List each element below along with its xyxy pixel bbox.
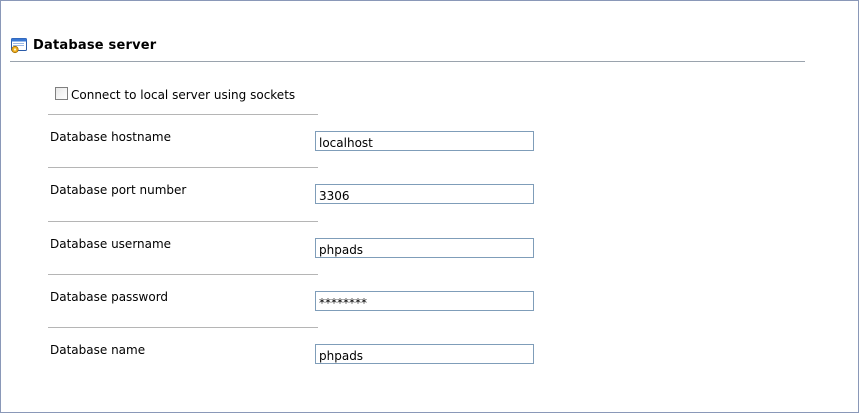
username-row: Database username <box>48 221 548 273</box>
row-divider <box>48 327 318 328</box>
username-input[interactable] <box>315 238 534 258</box>
password-label: Database password <box>50 290 169 304</box>
database-settings-icon <box>10 36 28 54</box>
row-divider <box>48 274 318 275</box>
dbname-row: Database name <box>48 327 548 379</box>
port-row: Database port number <box>48 167 548 219</box>
dbname-label: Database name <box>50 343 146 357</box>
row-divider <box>48 114 318 115</box>
hostname-row: Database hostname <box>48 114 548 166</box>
row-divider <box>48 167 318 168</box>
port-input[interactable] <box>315 184 534 204</box>
port-label: Database port number <box>50 183 187 197</box>
password-row: Database password <box>48 274 548 326</box>
header-divider <box>10 61 805 62</box>
socket-checkbox[interactable] <box>55 86 68 100</box>
username-label: Database username <box>50 237 172 251</box>
hostname-input[interactable] <box>315 131 534 151</box>
socket-option-row: Connect to local server using sockets <box>55 85 295 102</box>
hostname-label: Database hostname <box>50 130 172 144</box>
dbname-input[interactable] <box>315 344 534 364</box>
settings-panel: Database server Connect to local server … <box>0 0 859 413</box>
socket-checkbox-label[interactable]: Connect to local server using sockets <box>71 85 295 102</box>
section-header: Database server <box>10 35 156 55</box>
password-input[interactable] <box>315 291 534 311</box>
row-divider <box>48 221 318 222</box>
section-title: Database server <box>33 37 157 53</box>
